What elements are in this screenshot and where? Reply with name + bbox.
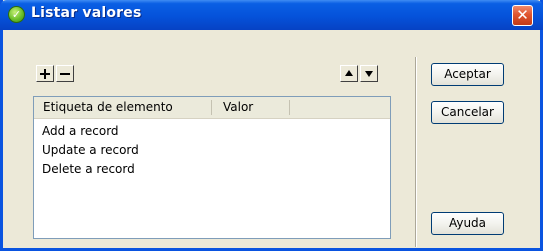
column-header-value[interactable]: Valor [223, 97, 323, 118]
triangle-down-icon [365, 71, 373, 77]
list-item[interactable]: Delete a record [42, 160, 139, 179]
list-item[interactable]: Update a record [42, 141, 139, 160]
vertical-divider [415, 57, 417, 247]
plus-icon [40, 69, 50, 79]
list-rows: Add a record Update a record Delete a re… [42, 122, 139, 179]
list-header: Etiqueta de elemento Valor [34, 97, 390, 119]
column-header-label[interactable]: Etiqueta de elemento [43, 97, 213, 118]
column-separator[interactable] [289, 100, 290, 115]
column-separator[interactable] [211, 100, 212, 115]
list-item[interactable]: Add a record [42, 122, 139, 141]
move-up-button[interactable] [340, 65, 358, 82]
minus-icon [60, 73, 70, 75]
accept-button[interactable]: Aceptar [431, 63, 504, 86]
close-button[interactable]: ✕ [512, 5, 533, 26]
triangle-up-icon [345, 70, 353, 76]
add-item-button[interactable] [36, 65, 54, 82]
remove-item-button[interactable] [56, 65, 74, 82]
cancel-button[interactable]: Cancelar [431, 101, 504, 124]
title-bar[interactable]: ✓ Listar valores ✕ [0, 0, 543, 30]
app-logo-icon: ✓ [8, 6, 25, 23]
values-list[interactable]: Etiqueta de elemento Valor Add a record … [33, 96, 391, 239]
dialog-window: ✓ Listar valores ✕ Etiqueta de elemento … [0, 0, 543, 251]
help-button[interactable]: Ayuda [431, 212, 504, 235]
window-title: Listar valores [31, 5, 142, 21]
move-down-button[interactable] [360, 65, 378, 82]
